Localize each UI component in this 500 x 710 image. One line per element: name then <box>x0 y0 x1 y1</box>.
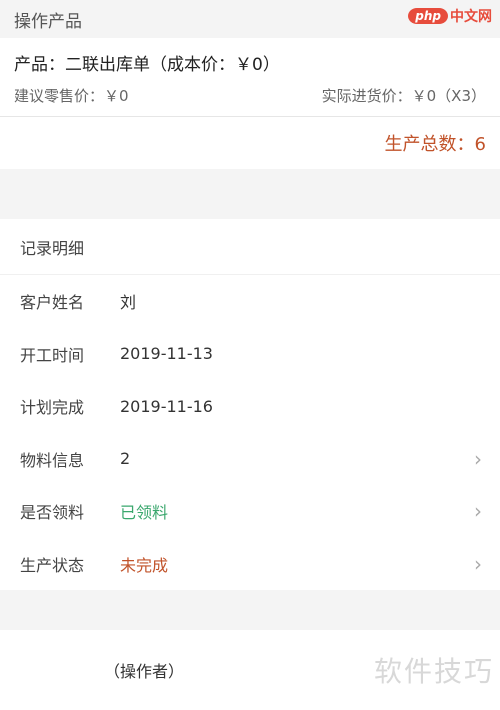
logo-cn: 中文网 <box>450 9 492 25</box>
site-logo: php 中文网 <box>408 6 492 26</box>
row-label: 是否领料 <box>20 503 85 523</box>
actual-price: 实际进货价：￥0（X3） <box>321 87 486 105</box>
row-label: 生产状态 <box>20 555 85 575</box>
row-customer-name: 客户姓名 刘 <box>0 275 500 328</box>
product-card: 产品：二联出库单（成本价：￥0） 建议零售价：￥0 实际进货价：￥0（X3） <box>0 38 500 116</box>
product-name: 产品：二联出库单（成本价：￥0） <box>14 55 280 75</box>
row-value: 2019-11-13 <box>120 344 213 364</box>
price-row: 建议零售价：￥0 实际进货价：￥0（X3） <box>14 85 486 106</box>
operator-section: （操作者） 软件技巧 <box>0 630 500 710</box>
row-value: 刘 <box>120 293 137 313</box>
suggested-price: 建议零售价：￥0 <box>14 87 129 105</box>
row-production-status[interactable]: 生产状态 未完成 › <box>0 537 500 590</box>
production-total: 生产总数：6 <box>0 117 500 169</box>
logo-php: php <box>408 8 448 24</box>
operator-label: （操作者） <box>104 662 185 681</box>
row-value-status-incomplete: 未完成 <box>120 555 169 575</box>
production-total-label: 生产总数：6 <box>384 134 486 155</box>
row-label: 开工时间 <box>20 345 85 365</box>
row-material-info[interactable]: 物料信息 2 › <box>0 432 500 485</box>
section-gap <box>0 169 500 219</box>
row-value-status-picked: 已领料 <box>120 503 169 523</box>
detail-section-title: 记录明细 <box>0 219 500 275</box>
section-gap <box>0 590 500 630</box>
chevron-right-icon[interactable]: › <box>474 554 482 574</box>
row-value: 2019-11-16 <box>120 396 213 416</box>
row-material-picked[interactable]: 是否领料 已领料 › <box>0 485 500 538</box>
row-label: 物料信息 <box>20 450 85 470</box>
watermark: 软件技巧 <box>373 655 494 688</box>
row-value: 2 <box>120 449 131 469</box>
row-label: 客户姓名 <box>20 293 85 313</box>
chevron-right-icon[interactable]: › <box>474 501 482 521</box>
detail-title: 记录明细 <box>20 238 85 258</box>
row-start-time: 开工时间 2019-11-13 <box>0 327 500 380</box>
row-label: 计划完成 <box>20 398 85 418</box>
row-planned-completion: 计划完成 2019-11-16 <box>0 380 500 433</box>
chevron-right-icon[interactable]: › <box>474 449 482 469</box>
page-title: 操作产品 <box>14 11 82 32</box>
